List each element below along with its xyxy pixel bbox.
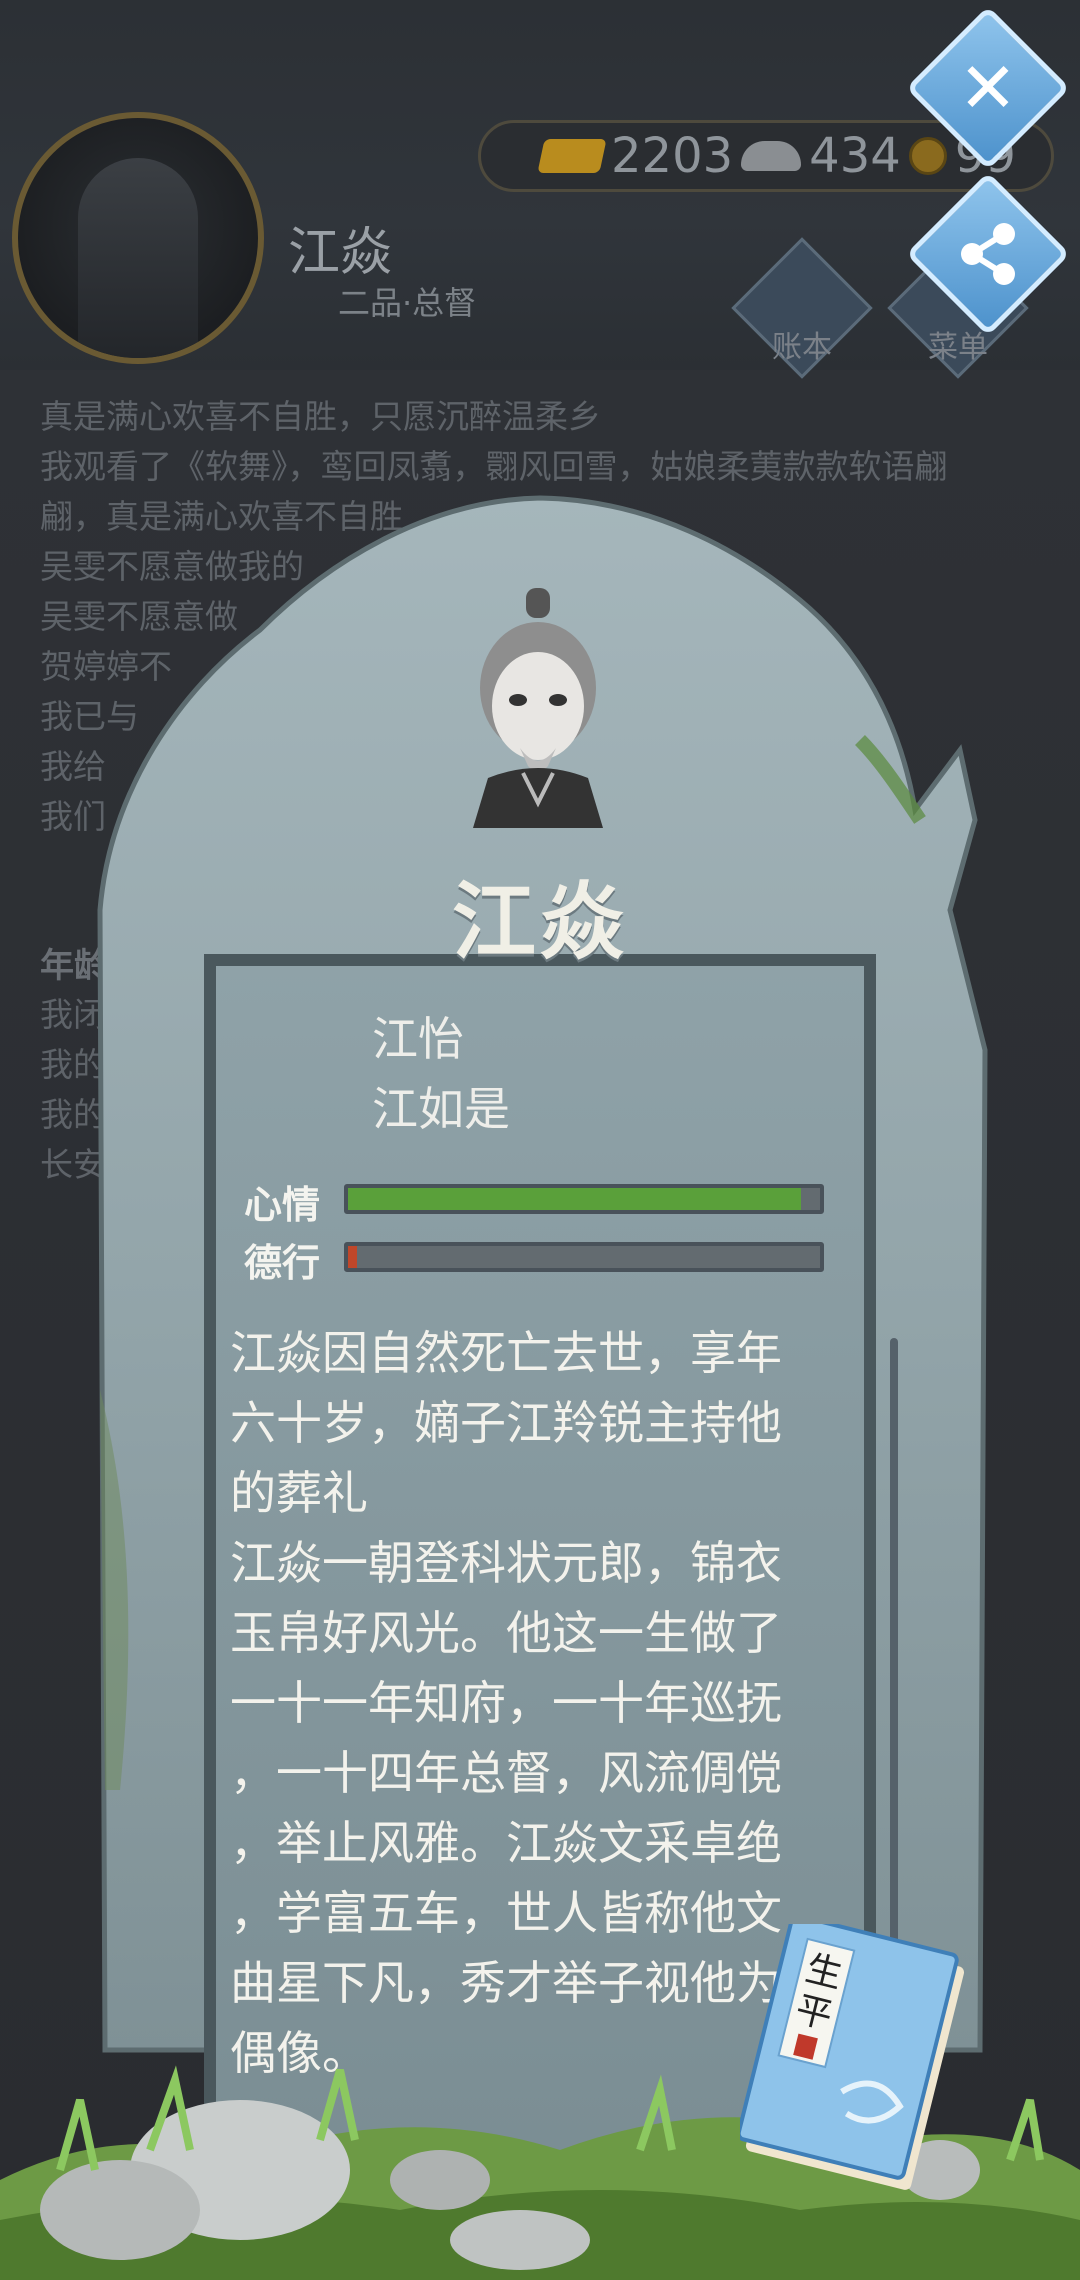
epitaph-line: ，一十四年总督，风流倜傥 xyxy=(230,1746,782,1800)
share-icon xyxy=(961,223,1015,285)
gold-ingot-icon xyxy=(537,139,607,173)
deceased-portrait xyxy=(473,588,603,828)
log-line: 我观看了《软舞》，鸾回凤翥，翾风回雪，姑娘柔荑款款软语翩 xyxy=(40,447,948,486)
avatar[interactable] xyxy=(12,112,264,364)
log-line: 真是满心欢喜不自胜，只愿沉醉温柔乡 xyxy=(40,397,601,436)
epitaph-line: 一十一年知府，一十年巡抚 xyxy=(230,1676,782,1730)
epitaph-line: 江焱因自然死亡去世，享年 xyxy=(230,1326,782,1380)
virtue-label: 德行 xyxy=(244,1241,321,1285)
family-member: 江怡 xyxy=(372,1012,464,1066)
biography-book-icon[interactable]: 生 平 xyxy=(740,1924,970,2194)
avatar-door-image xyxy=(78,158,198,358)
menu-label: 菜单 xyxy=(928,330,988,365)
epitaph-line: 江焱一朝登科状元郎，锦衣 xyxy=(230,1536,782,1590)
gold-amount: 2203 xyxy=(611,128,734,184)
player-name: 江焱 xyxy=(288,223,393,283)
epitaph-line: 六十岁，嫡子江羚锐主持他 xyxy=(230,1396,782,1450)
virtue-bar-fill xyxy=(348,1246,358,1268)
epitaph-line: 曲星下凡，秀才举子视他为 xyxy=(230,1956,782,2010)
mood-bar xyxy=(344,1184,824,1214)
mood-bar-fill xyxy=(348,1188,802,1210)
epitaph-line: 玉帛好风光。他这一生做了 xyxy=(230,1606,782,1660)
epitaph-line: ，学富五车，世人皆称他文 xyxy=(230,1886,782,1940)
player-rank: 二品·总督 xyxy=(338,284,477,322)
epitaph-line: 的葬礼 xyxy=(230,1466,368,1520)
ledger-label: 账本 xyxy=(772,330,832,365)
epitaph-line: ，举止风雅。江焱文采卓绝 xyxy=(230,1816,782,1870)
mood-label: 心情 xyxy=(244,1183,321,1227)
family-list: 江怡 江如是 xyxy=(372,1004,510,1144)
silver-amount: 434 xyxy=(809,128,901,184)
coin-icon xyxy=(908,137,947,175)
close-icon: ✕ xyxy=(958,47,1018,129)
deceased-name: 江焱 xyxy=(451,873,628,971)
epitaph-scrollbar[interactable] xyxy=(890,1338,898,1958)
silver-ingot-icon xyxy=(741,141,802,171)
family-member: 江如是 xyxy=(372,1082,510,1136)
virtue-bar xyxy=(344,1242,824,1272)
epitaph-text[interactable]: 江焱因自然死亡去世，享年 六十岁，嫡子江羚锐主持他 的葬礼 江焱一朝登科状元郎，… xyxy=(230,1318,820,2088)
